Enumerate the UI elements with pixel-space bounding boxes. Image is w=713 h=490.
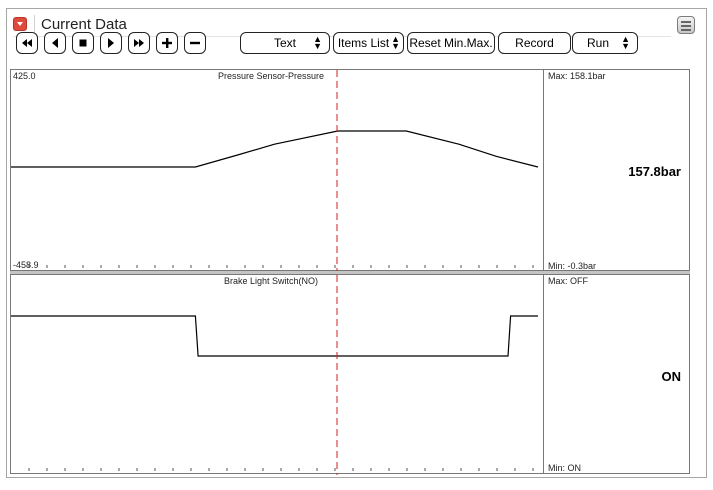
zoom-in-button[interactable] [156,32,178,54]
forward-fast-button[interactable] [128,32,150,54]
pressure-graph-pane: 425.0 Pressure Sensor-Pressure -458.9 Ma… [10,69,690,272]
minus-icon [190,41,200,45]
panel-title: Current Data [41,16,127,33]
step-back-icon [52,38,58,48]
step-back-button[interactable] [44,32,66,54]
pressure-readout: Max: 158.1bar 157.8bar Min: -0.3bar [543,69,690,271]
stop-button[interactable] [72,32,94,54]
stop-icon [79,39,87,47]
rewind-fast-button[interactable] [16,32,38,54]
brake-max: Max: OFF [548,276,588,286]
plus-icon [162,38,172,48]
select-arrows-icon: ▲ ▼ [313,34,322,51]
reset-min-max-button[interactable]: Reset Min.Max. [407,32,495,54]
pressure-max: Max: 158.1bar [548,71,606,81]
rewind-fast-icon [22,39,32,47]
items-list-select[interactable]: Items List ▲ ▼ [333,32,404,54]
record-label: Record [515,36,554,50]
pressure-current-value: 157.8bar [628,164,681,179]
step-forward-button[interactable] [100,32,122,54]
select-arrows-icon: ▲ ▼ [391,34,400,51]
text-view-select[interactable]: Text ▲ ▼ [240,32,330,54]
brake-readout: Max: OFF ON Min: ON [543,274,690,474]
zoom-out-button[interactable] [184,32,206,54]
record-button[interactable]: Record [498,32,571,54]
reset-min-max-label: Reset Min.Max. [409,36,493,50]
brake-graph-canvas [11,275,538,475]
run-select-label: Run [586,36,609,50]
brake-min: Min: ON [548,463,582,473]
brake-graph-pane: Brake Light Switch(NO) Max: OFF ON Min: … [10,274,690,475]
pressure-trace [11,130,539,168]
collapse-icon[interactable] [13,17,27,31]
items-list-label: Items List [337,36,390,50]
run-select[interactable]: Run ▲ ▼ [572,32,638,54]
pressure-graph-canvas [11,70,539,272]
title-separator [34,15,35,33]
select-arrows-icon: ▲ ▼ [621,34,630,51]
brake-switch-trace [11,315,538,357]
brake-current-value: ON [661,369,682,384]
menu-icon[interactable] [677,16,695,34]
brake-graph-plot[interactable]: Brake Light Switch(NO) [10,274,543,475]
text-view-select-label: Text [273,36,296,50]
pressure-graph-plot[interactable]: 425.0 Pressure Sensor-Pressure -458.9 [10,69,543,272]
forward-fast-icon [134,39,144,47]
step-forward-icon [108,38,114,48]
pressure-min: Min: -0.3bar [548,261,597,271]
